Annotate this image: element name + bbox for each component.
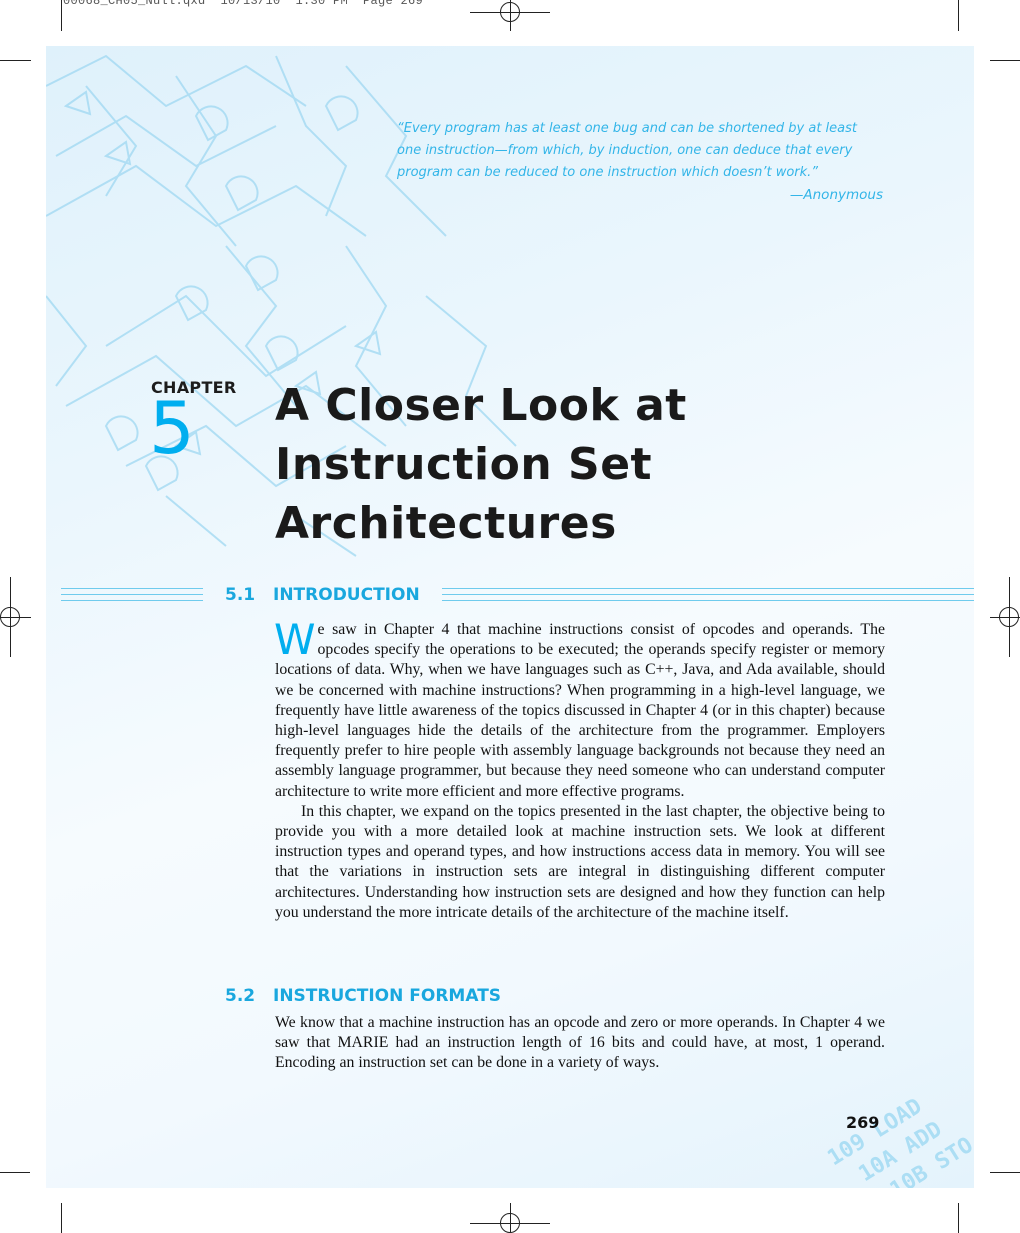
epigraph-line: one instruction—from which, by induction… — [397, 143, 853, 158]
crop-mark-left-top — [0, 60, 31, 61]
paragraph: We saw in Chapter 4 that machine instruc… — [274, 615, 885, 800]
section-title: INTRODUCTION — [273, 585, 420, 605]
section-title: INSTRUCTION FORMATS — [273, 986, 502, 1006]
crop-mark-bottom-right — [958, 1203, 959, 1233]
epigraph-quote: “Every program has at least one bug and … — [397, 118, 885, 184]
section-heading-introduction: 5.1 INTRODUCTION — [225, 585, 420, 605]
assembly-code-watermark: 109 LOAD 10A ADD 10B STO — [823, 1094, 974, 1188]
crop-mark-left-bottom — [0, 1172, 30, 1173]
crop-mark-top-right — [958, 0, 959, 31]
drop-cap: W — [274, 615, 316, 664]
epigraph-line: “Every program has at least one bug and … — [397, 121, 858, 136]
crop-mark-bottom-left — [61, 1203, 62, 1233]
section-body-introduction: We saw in Chapter 4 that machine instruc… — [274, 615, 885, 923]
chapter-title-line: Architectures — [275, 498, 617, 549]
section-rule-right — [442, 588, 974, 601]
chapter-title: A Closer Look at Instruction Set Archite… — [275, 376, 687, 553]
book-page: 109 LOAD 10A ADD 10B STO “Every program … — [46, 46, 974, 1188]
section-rule-left — [61, 588, 203, 601]
chapter-title-line: Instruction Set — [275, 439, 653, 490]
crop-mark-right-bottom — [990, 1172, 1020, 1173]
page-number: 269 — [846, 1113, 880, 1132]
paragraph: We know that a machine instruction has a… — [275, 1014, 885, 1072]
crop-mark-top-left — [61, 0, 62, 31]
section-number: 5.2 — [225, 986, 256, 1006]
epigraph-line: program can be reduced to one instructio… — [397, 165, 819, 180]
chapter-title-line: A Closer Look at — [275, 380, 687, 431]
section-body-instruction-formats: We know that a machine instruction has a… — [275, 1013, 885, 1074]
chapter-number: 5 — [149, 386, 195, 470]
print-slug: 00068_CH05_Null.qxd 10/13/10 1:30 PM Pag… — [63, 0, 424, 8]
section-number: 5.1 — [225, 585, 256, 605]
crop-mark-right-top — [990, 60, 1020, 61]
epigraph-attribution: —Anonymous — [789, 187, 883, 203]
paragraph: In this chapter, we expand on the topics… — [275, 802, 885, 921]
section-heading-instruction-formats: 5.2 INSTRUCTION FORMATS — [225, 986, 501, 1006]
